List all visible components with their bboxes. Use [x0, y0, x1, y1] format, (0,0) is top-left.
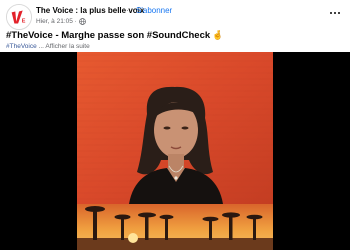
video-player[interactable]: [0, 52, 350, 250]
post-timestamp[interactable]: Hier, à 21:05 ·: [36, 18, 77, 25]
facebook-post: E The Voice : la plus belle voix · S'abo…: [0, 0, 350, 250]
header-separator: ·: [126, 6, 129, 15]
follow-button[interactable]: S'abonner: [136, 6, 172, 15]
page-avatar[interactable]: E: [6, 4, 32, 30]
more-options-icon[interactable]: [328, 6, 342, 20]
post-header: E The Voice : la plus belle voix · S'abo…: [6, 4, 344, 30]
the-voice-logo-icon: E: [7, 5, 31, 29]
see-more-link[interactable]: ... Afficher la suite: [39, 43, 90, 50]
post-meta: Hier, à 21:05 ·: [36, 18, 86, 25]
video-still-image: [77, 52, 273, 250]
post-text: #TheVoice - Marghe passe son #SoundCheck…: [6, 30, 223, 41]
globe-icon: [78, 18, 86, 25]
hashtag-link[interactable]: #TheVoice: [6, 43, 37, 50]
post-subline: #TheVoice ... Afficher la suite: [6, 43, 90, 50]
crossed-fingers-icon: 🤞: [212, 30, 224, 40]
video-frame[interactable]: [77, 52, 273, 250]
svg-text:E: E: [22, 19, 26, 25]
post-title-text: #TheVoice - Marghe passe son #SoundCheck: [6, 30, 211, 41]
